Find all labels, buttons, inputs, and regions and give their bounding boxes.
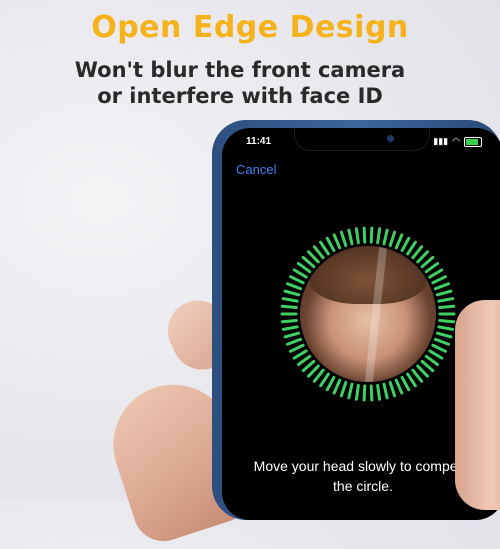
scan-tick (312, 368, 325, 383)
cancel-button[interactable]: Cancel (236, 162, 276, 177)
scan-tick (411, 245, 424, 260)
scan-tick (292, 268, 308, 279)
scan-tick (362, 226, 367, 244)
status-icons: ▮▮▮ ◠ (433, 136, 482, 147)
scan-tick (428, 349, 444, 360)
wifi-icon: ◠ (452, 136, 460, 146)
scan-tick (354, 227, 360, 245)
scan-tick (296, 354, 312, 367)
scan-tick (433, 337, 451, 346)
scan-tick (325, 236, 336, 253)
scan-tick (437, 297, 455, 303)
scan-tick (339, 230, 348, 248)
scan-tick (283, 289, 301, 297)
signal-icon: ▮▮▮ (433, 136, 449, 146)
subline-2: or interfere with face ID (97, 84, 383, 108)
scan-tick (376, 227, 382, 245)
scan-tick (281, 325, 299, 331)
hand-right (455, 300, 500, 510)
scan-tick (369, 226, 374, 244)
battery-icon (464, 136, 482, 147)
scan-tick (394, 233, 404, 250)
scan-tick (424, 354, 440, 367)
scan-tick (431, 343, 447, 353)
scan-tick (285, 282, 303, 291)
scan-tick (438, 304, 456, 310)
front-camera-icon (387, 135, 394, 142)
scan-tick (406, 372, 417, 388)
scan-tick (406, 240, 417, 256)
scan-tick (388, 230, 397, 248)
scan-tick (400, 375, 411, 392)
scan-tick (347, 382, 354, 400)
scan-tick (347, 228, 354, 246)
scan-tick (388, 380, 397, 398)
scan-tick (416, 364, 429, 378)
scan-tick (292, 349, 308, 360)
scan-tick (411, 368, 424, 383)
scan-tick (280, 304, 298, 310)
scan-tick (420, 359, 435, 373)
scan-tick (438, 318, 456, 324)
scan-tick (362, 384, 367, 402)
scan-tick (420, 255, 435, 269)
scan-tick (307, 364, 320, 378)
scan-tick (382, 382, 389, 400)
scan-tick (332, 378, 342, 395)
scan-tick (428, 268, 444, 279)
scan-tick (376, 383, 382, 401)
scan-tick (301, 359, 316, 373)
face-image (300, 246, 436, 382)
scan-tick (431, 275, 447, 285)
subline-1: Won't blur the front camera (74, 58, 406, 82)
scan-tick (283, 331, 301, 339)
scan-tick (319, 372, 330, 388)
scan-tick (437, 325, 455, 331)
face-scan-ring (278, 224, 458, 404)
scan-tick (382, 228, 389, 246)
scan-tick (296, 261, 312, 274)
scan-tick (285, 337, 303, 346)
scan-tick (280, 318, 298, 324)
scan-tick (400, 236, 411, 253)
scan-tick (435, 289, 453, 297)
notch (294, 128, 430, 151)
scan-tick (394, 378, 404, 395)
scan-tick (332, 233, 342, 250)
headline: Open Edge Design (91, 10, 409, 45)
scan-tick (354, 383, 360, 401)
scan-tick (281, 297, 299, 303)
scan-tick (433, 282, 451, 291)
scan-tick (289, 343, 305, 353)
scan-tick (319, 240, 330, 256)
scan-tick (325, 375, 336, 392)
scan-tick (289, 275, 305, 285)
status-time: 11:41 (246, 136, 272, 147)
scan-tick (339, 380, 348, 398)
scan-tick (435, 331, 453, 339)
scan-tick (424, 261, 440, 274)
scan-tick (369, 384, 374, 402)
